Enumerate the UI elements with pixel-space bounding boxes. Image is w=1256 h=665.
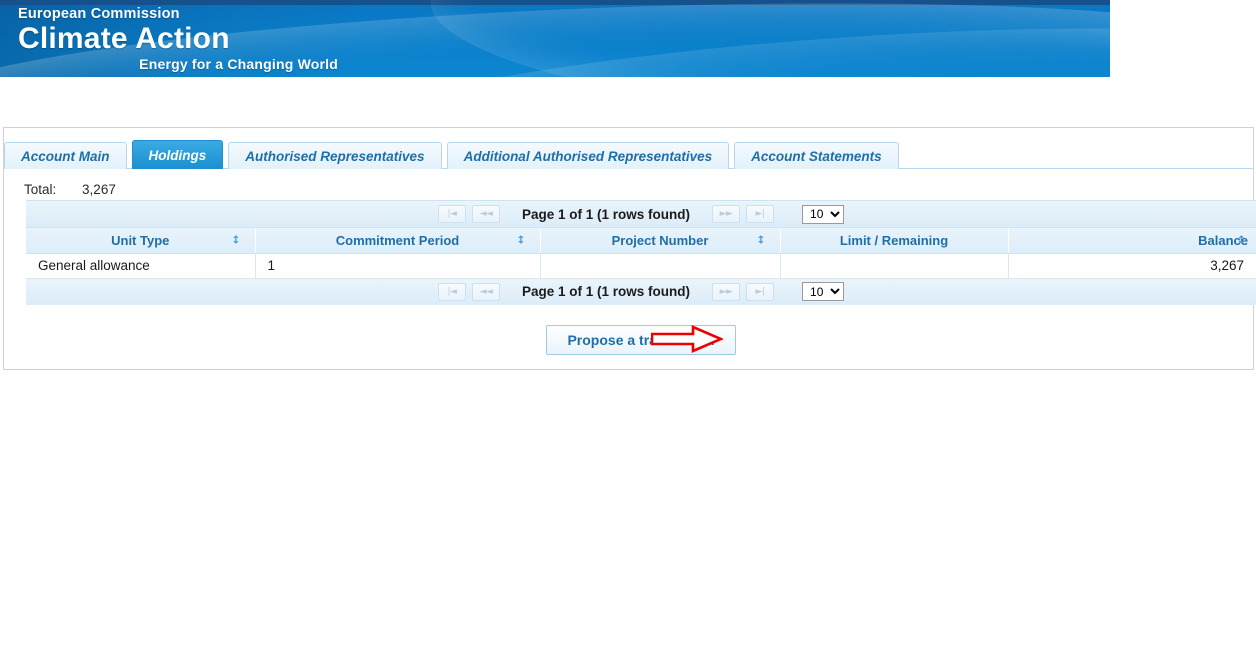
tab-account-main[interactable]: Account Main (4, 142, 127, 169)
holdings-grid: |◄ ◄◄ Page 1 of 1 (1 rows found) ►► ►| 1… (26, 200, 1256, 305)
tab-holdings[interactable]: Holdings (131, 140, 224, 169)
sort-toggle-icon[interactable]: ↕ (516, 235, 525, 246)
sort-toggle-icon[interactable]: ↕ (756, 235, 765, 246)
previous-page-icon[interactable]: ◄◄ (471, 282, 500, 301)
column-label-limit-remaining: Limit / Remaining (839, 232, 949, 248)
tab-account-statements[interactable]: Account Statements (734, 142, 899, 169)
total-summary: Total: 3,267 (24, 182, 116, 197)
pager-bar-bottom: |◄ ◄◄ Page 1 of 1 (1 rows found) ►► ►| 1… (26, 278, 1256, 305)
last-page-icon[interactable]: ►| (746, 282, 775, 301)
table-row[interactable]: General allowance 1 3,267 (26, 253, 1256, 279)
next-page-icon[interactable]: ►► (712, 282, 741, 301)
sort-toggle-icon[interactable]: ↕ (231, 235, 240, 246)
total-value: 3,267 (82, 182, 116, 197)
banner-text-block: European Commission Climate Action Energ… (18, 6, 338, 73)
total-label: Total: (24, 182, 57, 197)
cell-commitment-period: 1 (255, 253, 541, 279)
pager-bar-top: |◄ ◄◄ Page 1 of 1 (1 rows found) ►► ►| 1… (26, 201, 1256, 228)
next-page-icon[interactable]: ►► (712, 205, 741, 223)
column-label-project-number: Project Number (611, 232, 709, 248)
first-page-icon[interactable]: |◄ (437, 205, 466, 223)
cell-limit-remaining (780, 253, 1009, 279)
banner-title: Climate Action (18, 22, 230, 55)
table-header-row: Unit Type ↕ Commitment Period ↕ Project … (26, 228, 1256, 254)
column-header-unit-type[interactable]: Unit Type ↕ (26, 228, 256, 254)
tab-bar: Account Main Holdings Authorised Represe… (4, 140, 904, 169)
pager-controls-bottom: |◄ ◄◄ Page 1 of 1 (1 rows found) ►► ►| 1… (437, 282, 845, 301)
pager-status-top: Page 1 of 1 (1 rows found) (521, 206, 691, 222)
banner-wave-decoration-2 (215, 0, 1110, 77)
cell-project-number (540, 253, 781, 279)
cell-balance: 3,267 (1008, 253, 1256, 279)
banner-eyebrow: European Commission (18, 6, 180, 22)
action-bar: Propose a transaction (26, 320, 1256, 360)
first-page-icon[interactable]: |◄ (437, 282, 466, 301)
cell-unit-type: General allowance (26, 253, 256, 279)
page-size-select-bottom[interactable]: 10 (802, 282, 845, 301)
tab-authorised-representatives[interactable]: Authorised Representatives (228, 142, 442, 169)
previous-page-icon[interactable]: ◄◄ (471, 205, 500, 223)
column-header-balance[interactable]: Balance ↕ (1008, 228, 1256, 254)
pager-status-bottom: Page 1 of 1 (1 rows found) (521, 284, 691, 299)
propose-a-transaction-button[interactable]: Propose a transaction (546, 325, 736, 355)
banner-tagline: Energy for a Changing World (139, 56, 338, 72)
sort-toggle-icon[interactable]: ↕ (1237, 235, 1246, 246)
column-header-limit-remaining[interactable]: Limit / Remaining (780, 228, 1009, 254)
column-header-commitment-period[interactable]: Commitment Period ↕ (255, 228, 541, 254)
holdings-table: Unit Type ↕ Commitment Period ↕ Project … (26, 228, 1256, 279)
pager-controls-top: |◄ ◄◄ Page 1 of 1 (1 rows found) ►► ►| 1… (437, 204, 845, 224)
column-label-commitment-period: Commitment Period (335, 232, 460, 248)
column-header-project-number[interactable]: Project Number ↕ (540, 228, 781, 254)
last-page-icon[interactable]: ►| (746, 205, 775, 223)
site-banner: European Commission Climate Action Energ… (0, 0, 1110, 77)
column-label-unit-type: Unit Type (111, 232, 170, 248)
banner-wave-decoration-3 (426, 0, 1110, 77)
page-size-select-top[interactable]: 10 (802, 204, 845, 224)
tab-additional-authorised-representatives[interactable]: Additional Authorised Representatives (446, 142, 730, 169)
